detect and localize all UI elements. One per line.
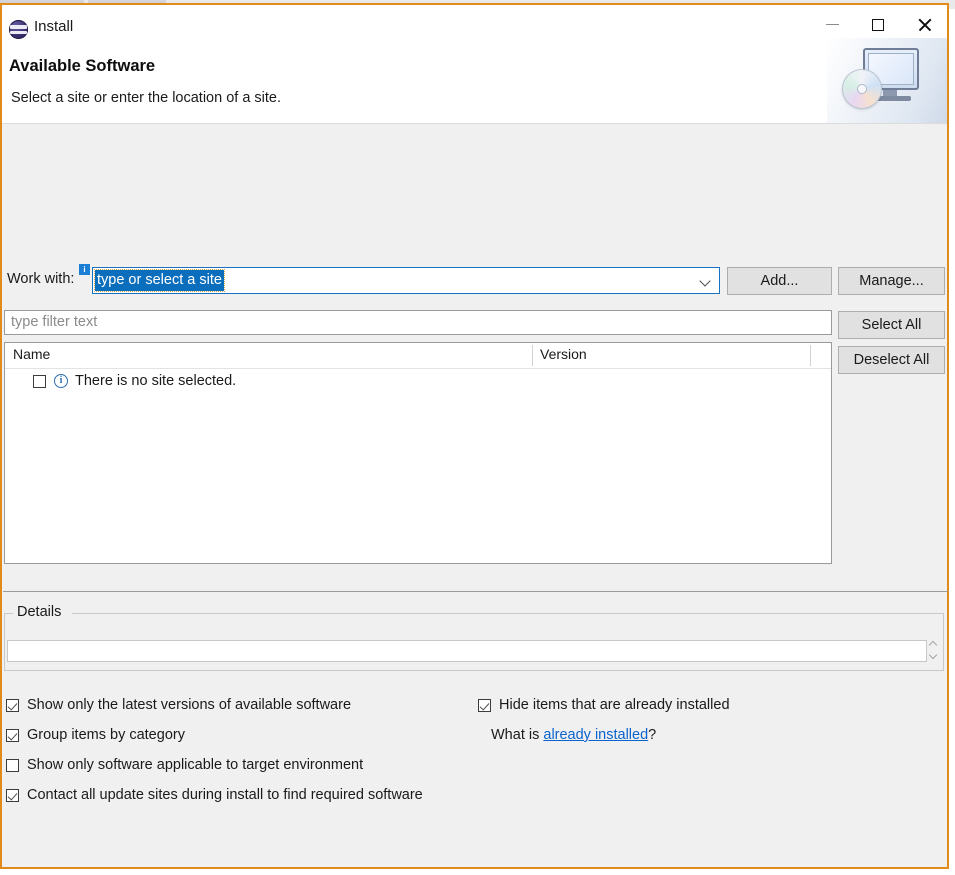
- column-header-version[interactable]: Version: [540, 346, 587, 362]
- already-installed-link[interactable]: already installed: [543, 727, 648, 743]
- option-checkbox[interactable]: [478, 698, 491, 712]
- close-icon: [917, 17, 932, 32]
- filter-input[interactable]: type filter text: [4, 310, 832, 335]
- monitor-cd-icon: [827, 38, 947, 123]
- option-label: Show only the latest versions of availab…: [27, 697, 352, 713]
- work-with-input[interactable]: type or select a site: [94, 269, 225, 292]
- deselect-all-button[interactable]: Deselect All: [838, 346, 945, 374]
- option-checkbox[interactable]: [6, 788, 19, 802]
- info-circle-icon: i: [54, 374, 68, 388]
- page-description: Select a site or enter the location of a…: [11, 90, 282, 106]
- what-is-prefix: What is: [491, 727, 544, 743]
- screen: Install Available Software Select a site…: [0, 0, 955, 875]
- option-applicable-target-environment[interactable]: Show only software applicable to target …: [6, 757, 363, 773]
- caret-up-icon[interactable]: [930, 641, 937, 648]
- chevron-down-icon[interactable]: [701, 277, 710, 286]
- what-is-suffix: ?: [648, 727, 657, 743]
- what-is-already-installed: What is already installed?: [491, 727, 656, 743]
- column-divider[interactable]: [810, 345, 811, 366]
- page-title: Available Software: [9, 57, 156, 75]
- option-show-latest-versions[interactable]: Show only the latest versions of availab…: [6, 697, 351, 713]
- details-group-label: Details: [13, 604, 66, 620]
- title-bar: Install Available Software Select a site…: [2, 5, 947, 124]
- software-table[interactable]: Name Version i There is no site selected…: [4, 342, 832, 564]
- option-group-by-category[interactable]: Group items by category: [6, 727, 185, 743]
- select-all-button[interactable]: Select All: [838, 311, 945, 339]
- eclipse-logo-icon: [9, 20, 28, 39]
- table-header: Name Version: [5, 343, 831, 369]
- cd-disc-icon: [843, 70, 881, 108]
- install-dialog: Install Available Software Select a site…: [0, 3, 949, 869]
- section-separator: [3, 591, 948, 592]
- title-row: Install: [2, 5, 947, 44]
- option-checkbox[interactable]: [6, 728, 19, 742]
- dialog-body: Work with: i type or select a site Add..…: [2, 124, 948, 807]
- details-text-area[interactable]: [7, 640, 927, 662]
- info-badge-icon: i: [79, 264, 90, 275]
- work-with-combo[interactable]: type or select a site: [92, 267, 720, 294]
- add-button[interactable]: Add...: [727, 267, 832, 295]
- maximize-icon: [872, 18, 884, 31]
- option-hide-installed-items[interactable]: Hide items that are already installed: [478, 697, 730, 713]
- column-divider[interactable]: [532, 345, 533, 366]
- table-row[interactable]: i There is no site selected.: [5, 369, 831, 393]
- work-with-label: Work with:: [7, 271, 75, 287]
- window-title: Install: [34, 18, 74, 35]
- column-header-name[interactable]: Name: [13, 346, 50, 362]
- option-checkbox[interactable]: [6, 758, 19, 772]
- filter-placeholder: type filter text: [11, 314, 98, 330]
- row-checkbox[interactable]: [33, 374, 46, 388]
- option-label: Show only software applicable to target …: [27, 757, 364, 773]
- option-label: Contact all update sites during install …: [27, 787, 423, 803]
- caret-down-icon[interactable]: [930, 651, 937, 658]
- row-label: There is no site selected.: [75, 373, 237, 389]
- option-contact-all-update-sites[interactable]: Contact all update sites during install …: [6, 787, 423, 803]
- option-label: Hide items that are already installed: [499, 697, 730, 713]
- option-label: Group items by category: [27, 727, 185, 743]
- details-scroll-arrows[interactable]: [927, 639, 941, 663]
- option-checkbox[interactable]: [6, 698, 19, 712]
- minimize-icon: [825, 24, 839, 25]
- manage-button[interactable]: Manage...: [838, 267, 945, 295]
